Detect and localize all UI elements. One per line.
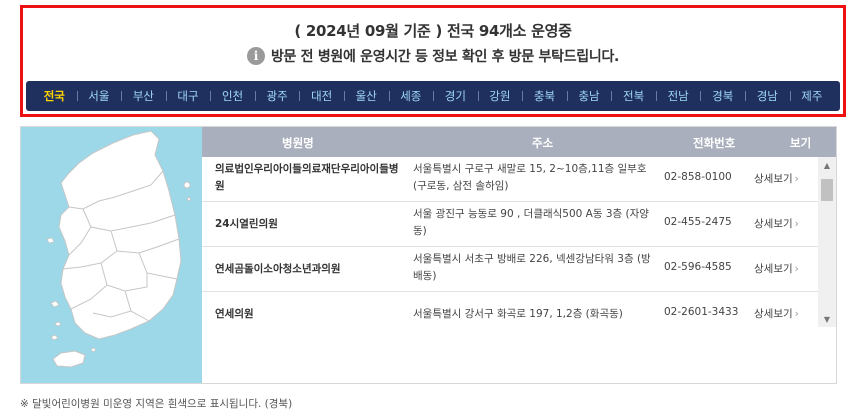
notice-box: ( 2024년 09월 기준 ) 전국 94개소 운영중 i 방문 전 병원에 … [20, 5, 846, 117]
chevron-right-icon: › [794, 218, 799, 230]
map-dokdo[interactable] [187, 197, 191, 201]
region-tab-1[interactable]: 서울 [76, 88, 122, 104]
footnote: ※ 달빛어린이병원 미운영 지역은 흰색으로 표시됩니다. (경북) [20, 398, 293, 410]
info-icon: i [246, 47, 265, 65]
scroll-thumb[interactable] [821, 179, 833, 201]
hospital-name: 연세의원 [215, 308, 254, 320]
region-nav: 전국 서울 부산 대구 인천 광주 대전 울산 세종 경기 강원 충북 충남 전북 전남 경북 경남 제주 [26, 81, 840, 111]
hospital-name: 연세곰돌이소아청소년과의원 [215, 263, 341, 275]
hospital-address: 서울특별시 강서구 화곡로 197, 1,2층 (화곡동) [413, 308, 623, 320]
header-phone: 전화번호 [693, 136, 736, 150]
region-tab-14[interactable]: 전남 [655, 88, 701, 104]
region-tab-12[interactable]: 충남 [566, 88, 612, 104]
region-tab-9[interactable]: 경기 [433, 88, 478, 104]
scroll-up-icon[interactable]: ▲ [818, 157, 836, 173]
detail-link[interactable]: 상세보기 › [754, 216, 799, 231]
region-tab-11[interactable]: 충북 [522, 88, 567, 104]
table-header: 병원명 주소 전화번호 보기 [202, 127, 836, 157]
hospital-name: 24시열린의원 [215, 218, 278, 230]
region-tab-2[interactable]: 부산 [121, 88, 166, 104]
table-row: 연세곰돌이소아청소년과의원 서울특별시 서초구 방배로 226, 넥센강남타워 3… [202, 247, 818, 292]
region-tab-6[interactable]: 대전 [299, 88, 344, 104]
detail-link-label: 상세보기 [754, 173, 793, 185]
map-jeju[interactable] [52, 350, 86, 368]
region-tab-3[interactable]: 대구 [165, 88, 211, 104]
header-name: 병원명 [282, 136, 314, 150]
detail-link[interactable]: 상세보기 › [754, 171, 799, 186]
scroll-down-icon[interactable]: ▼ [818, 311, 836, 327]
region-tab-10[interactable]: 강원 [477, 88, 523, 104]
map-ulleung[interactable] [183, 181, 191, 189]
chevron-right-icon: › [794, 263, 799, 275]
table-row: 의료법인우리아이들의료재단우리아이들병원 서울특별시 구로구 새말로 15, 2~… [202, 157, 818, 202]
hospital-name: 의료법인우리아이들의료재단우리아이들병원 [215, 163, 399, 192]
region-tab-13[interactable]: 전북 [611, 88, 656, 104]
header-address: 주소 [532, 136, 554, 150]
hospital-address: 서울특별시 구로구 새말로 15, 2~10층,11층 일부호 (구로동, 삼전… [413, 163, 647, 192]
detail-link-label: 상세보기 [754, 263, 793, 275]
table-row: 24시열린의원 서울 광진구 능동로 90 , 더클래식500 A동 3층 (자양… [202, 202, 818, 247]
hospital-list[interactable]: 의료법인우리아이들의료재단우리아이들병원 서울특별시 구로구 새말로 15, 2~… [202, 157, 818, 327]
hospital-phone: 02-858-0100 [664, 171, 732, 183]
table-row: 연세의원 서울특별시 강서구 화곡로 197, 1,2층 (화곡동) 02-2601… [202, 292, 818, 327]
korea-map-svg [46, 130, 191, 368]
chevron-right-icon: › [794, 308, 799, 320]
operation-headline: ( 2024년 09월 기준 ) 전국 94개소 운영중 [294, 22, 572, 40]
region-tab-4[interactable]: 인천 [210, 88, 255, 104]
region-tab-8[interactable]: 세종 [388, 88, 434, 104]
header-view: 보기 [790, 136, 812, 150]
hospital-address: 서울 광진구 능동로 90 , 더클래식500 A동 3층 (자양동) [413, 208, 649, 237]
detail-link[interactable]: 상세보기 › [754, 261, 799, 276]
korea-map[interactable] [21, 127, 202, 383]
hospital-phone: 02-455-2475 [664, 216, 732, 228]
hospital-panel: 병원명 주소 전화번호 보기 의료법인우리아이들의료재단우리아이들병원서울특별시… [20, 126, 837, 384]
visit-notice: i 방문 전 병원에 운영시간 등 정보 확인 후 방문 부탁드립니다. [23, 46, 843, 66]
map-mainland[interactable] [58, 130, 182, 340]
hospital-address: 서울특별시 서초구 방배로 226, 넥센강남타워 3층 (방배동) [413, 253, 651, 282]
list-scrollbar[interactable]: ▲ ▼ [818, 157, 836, 327]
detail-link[interactable]: 상세보기 › [754, 306, 799, 321]
region-tab-7[interactable]: 울산 [343, 88, 389, 104]
region-tab-0[interactable]: 전국 [32, 88, 77, 104]
visit-notice-text: 방문 전 병원에 운영시간 등 정보 확인 후 방문 부탁드립니다. [270, 49, 620, 65]
hospital-phone: 02-2601-3433 [664, 306, 739, 318]
region-tab-17[interactable]: 제주 [789, 88, 835, 104]
chevron-right-icon: › [794, 173, 799, 185]
detail-link-label: 상세보기 [754, 308, 793, 320]
region-tab-16[interactable]: 경남 [745, 88, 790, 104]
region-tab-5[interactable]: 광주 [254, 88, 300, 104]
detail-link-label: 상세보기 [754, 218, 793, 230]
region-tab-15[interactable]: 경북 [700, 88, 745, 104]
hospital-phone: 02-596-4585 [664, 261, 732, 273]
